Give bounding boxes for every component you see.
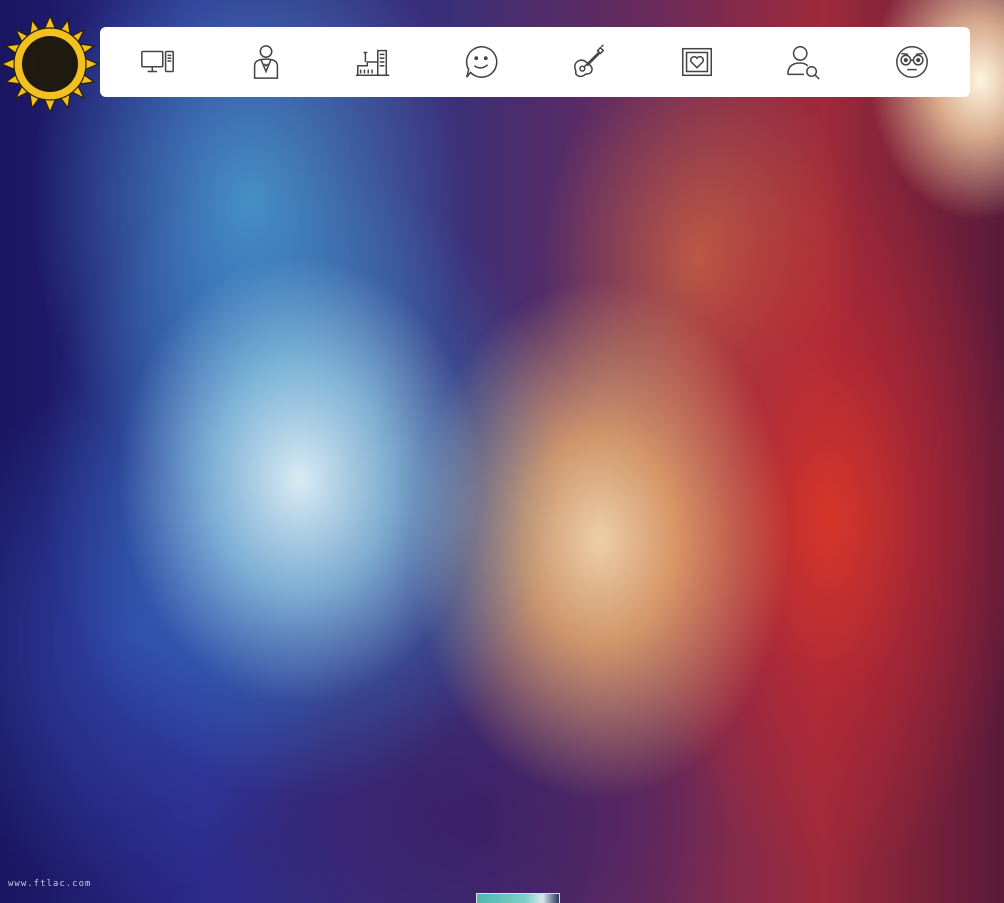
nav-item-music[interactable] [559,32,619,92]
heart-frame-icon [681,47,712,77]
bottom-thumbnail[interactable] [476,893,560,903]
nav-item-profile[interactable] [882,32,942,92]
logo[interactable] [0,14,100,114]
watermark-text: www.ftlac.com [8,879,92,889]
user-search-icon [787,46,821,80]
desktop-computer-icon [140,50,174,73]
nav-item-computer[interactable] [128,32,188,92]
nav-item-industry[interactable] [343,32,403,92]
businessman-icon [253,45,278,79]
chat-smiley-icon [466,46,498,78]
sun-moon-icon [0,14,100,114]
nav-item-favorites[interactable] [667,32,727,92]
top-navbar [100,27,970,97]
guitar-icon [573,44,605,78]
nav-item-find-user[interactable] [774,32,834,92]
nav-item-business[interactable] [236,32,296,92]
nerd-face-icon [896,46,929,78]
factory-building-icon [356,49,390,77]
nav-item-chat[interactable] [451,32,511,92]
